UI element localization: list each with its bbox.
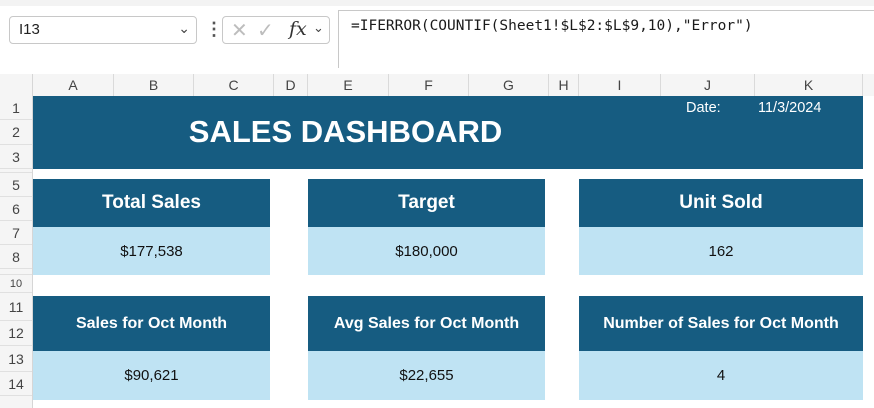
date-label: Date: bbox=[686, 100, 721, 116]
kpi-card-value: $177,538 bbox=[33, 227, 270, 275]
row-header-6[interactable]: 6 bbox=[0, 197, 32, 221]
row-header-11[interactable]: 11 bbox=[0, 293, 32, 321]
dashboard-banner: SALES DASHBOARD Date: 11/3/2024 bbox=[33, 96, 863, 169]
row-header-3[interactable]: 3 bbox=[0, 145, 32, 169]
name-box[interactable]: I13 ⌄ bbox=[9, 16, 197, 44]
kpi-card-title: Target bbox=[308, 179, 545, 227]
check-icon[interactable]: ✓ bbox=[257, 18, 274, 43]
kpi-card-unit-sold[interactable]: Unit Sold 162 bbox=[579, 179, 863, 275]
kpi-card-total-sales[interactable]: Total Sales $177,538 bbox=[33, 179, 270, 275]
kpi-card-value: 162 bbox=[579, 227, 863, 275]
column-header-j[interactable]: J bbox=[661, 74, 755, 96]
row-header-14[interactable]: 14 bbox=[0, 372, 32, 396]
kpi-card-title: Avg Sales for Oct Month bbox=[308, 296, 545, 351]
kpi-card-value: 4 bbox=[579, 351, 863, 400]
row-headers: 1 2 3 5 6 7 8 10 11 12 13 14 bbox=[0, 96, 33, 408]
insert-function-button[interactable]: fx bbox=[289, 18, 307, 40]
kpi-card-sales-oct-month[interactable]: Sales for Oct Month $90,621 bbox=[33, 296, 270, 400]
column-headers: A B C D E F G H I J K bbox=[0, 74, 874, 97]
kpi-card-avg-sales-oct-month[interactable]: Avg Sales for Oct Month $22,655 bbox=[308, 296, 545, 400]
column-header-e[interactable]: E bbox=[308, 74, 389, 96]
chevron-down-icon[interactable]: ⌄ bbox=[313, 20, 324, 36]
name-box-value: I13 bbox=[19, 21, 40, 38]
row-header-8[interactable]: 8 bbox=[0, 245, 32, 269]
row-header-7[interactable]: 7 bbox=[0, 221, 32, 245]
formula-bar: I13 ⌄ ⋮ ✕ ✓ fx ⌄ =IFERROR(COUNTIF(Sheet1… bbox=[0, 6, 874, 68]
row-header-13[interactable]: 13 bbox=[0, 346, 32, 372]
row-header-5[interactable]: 5 bbox=[0, 173, 32, 197]
column-header-k[interactable]: K bbox=[755, 74, 863, 96]
column-header-f[interactable]: F bbox=[389, 74, 469, 96]
column-header-g[interactable]: G bbox=[469, 74, 549, 96]
more-options-icon[interactable]: ⋮ bbox=[205, 16, 223, 44]
column-header-c[interactable]: C bbox=[194, 74, 274, 96]
column-header-a[interactable]: A bbox=[33, 74, 114, 96]
column-header-d[interactable]: D bbox=[274, 74, 308, 96]
select-all-corner[interactable] bbox=[0, 74, 33, 96]
date-value: 11/3/2024 bbox=[758, 100, 822, 116]
row-header-10[interactable]: 10 bbox=[0, 275, 32, 293]
kpi-card-value: $90,621 bbox=[33, 351, 270, 400]
kpi-card-value: $180,000 bbox=[308, 227, 545, 275]
kpi-card-number-sales-oct-month[interactable]: Number of Sales for Oct Month 4 bbox=[579, 296, 863, 400]
row-header-2[interactable]: 2 bbox=[0, 120, 32, 145]
dashboard-title: SALES DASHBOARD bbox=[188, 114, 503, 149]
cancel-icon[interactable]: ✕ bbox=[231, 18, 248, 43]
kpi-card-target[interactable]: Target $180,000 bbox=[308, 179, 545, 275]
kpi-card-title: Number of Sales for Oct Month bbox=[579, 296, 863, 351]
worksheet-grid[interactable]: SALES DASHBOARD Date: 11/3/2024 Total Sa… bbox=[33, 96, 874, 408]
formula-text: =IFERROR(COUNTIF(Sheet1!$L$2:$L$9,10),"E… bbox=[351, 18, 753, 34]
row-header-1[interactable]: 1 bbox=[0, 96, 32, 120]
row-header-12[interactable]: 12 bbox=[0, 321, 32, 346]
column-header-i[interactable]: I bbox=[579, 74, 661, 96]
kpi-card-title: Total Sales bbox=[33, 179, 270, 227]
formula-input[interactable]: =IFERROR(COUNTIF(Sheet1!$L$2:$L$9,10),"E… bbox=[338, 10, 874, 68]
kpi-card-title: Sales for Oct Month bbox=[33, 296, 270, 351]
column-header-b[interactable]: B bbox=[114, 74, 194, 96]
kpi-card-title: Unit Sold bbox=[579, 179, 863, 227]
formula-buttons: ✕ ✓ fx ⌄ bbox=[222, 16, 330, 44]
chevron-down-icon[interactable]: ⌄ bbox=[178, 20, 190, 37]
column-header-h[interactable]: H bbox=[549, 74, 579, 96]
kpi-card-value: $22,655 bbox=[308, 351, 545, 400]
